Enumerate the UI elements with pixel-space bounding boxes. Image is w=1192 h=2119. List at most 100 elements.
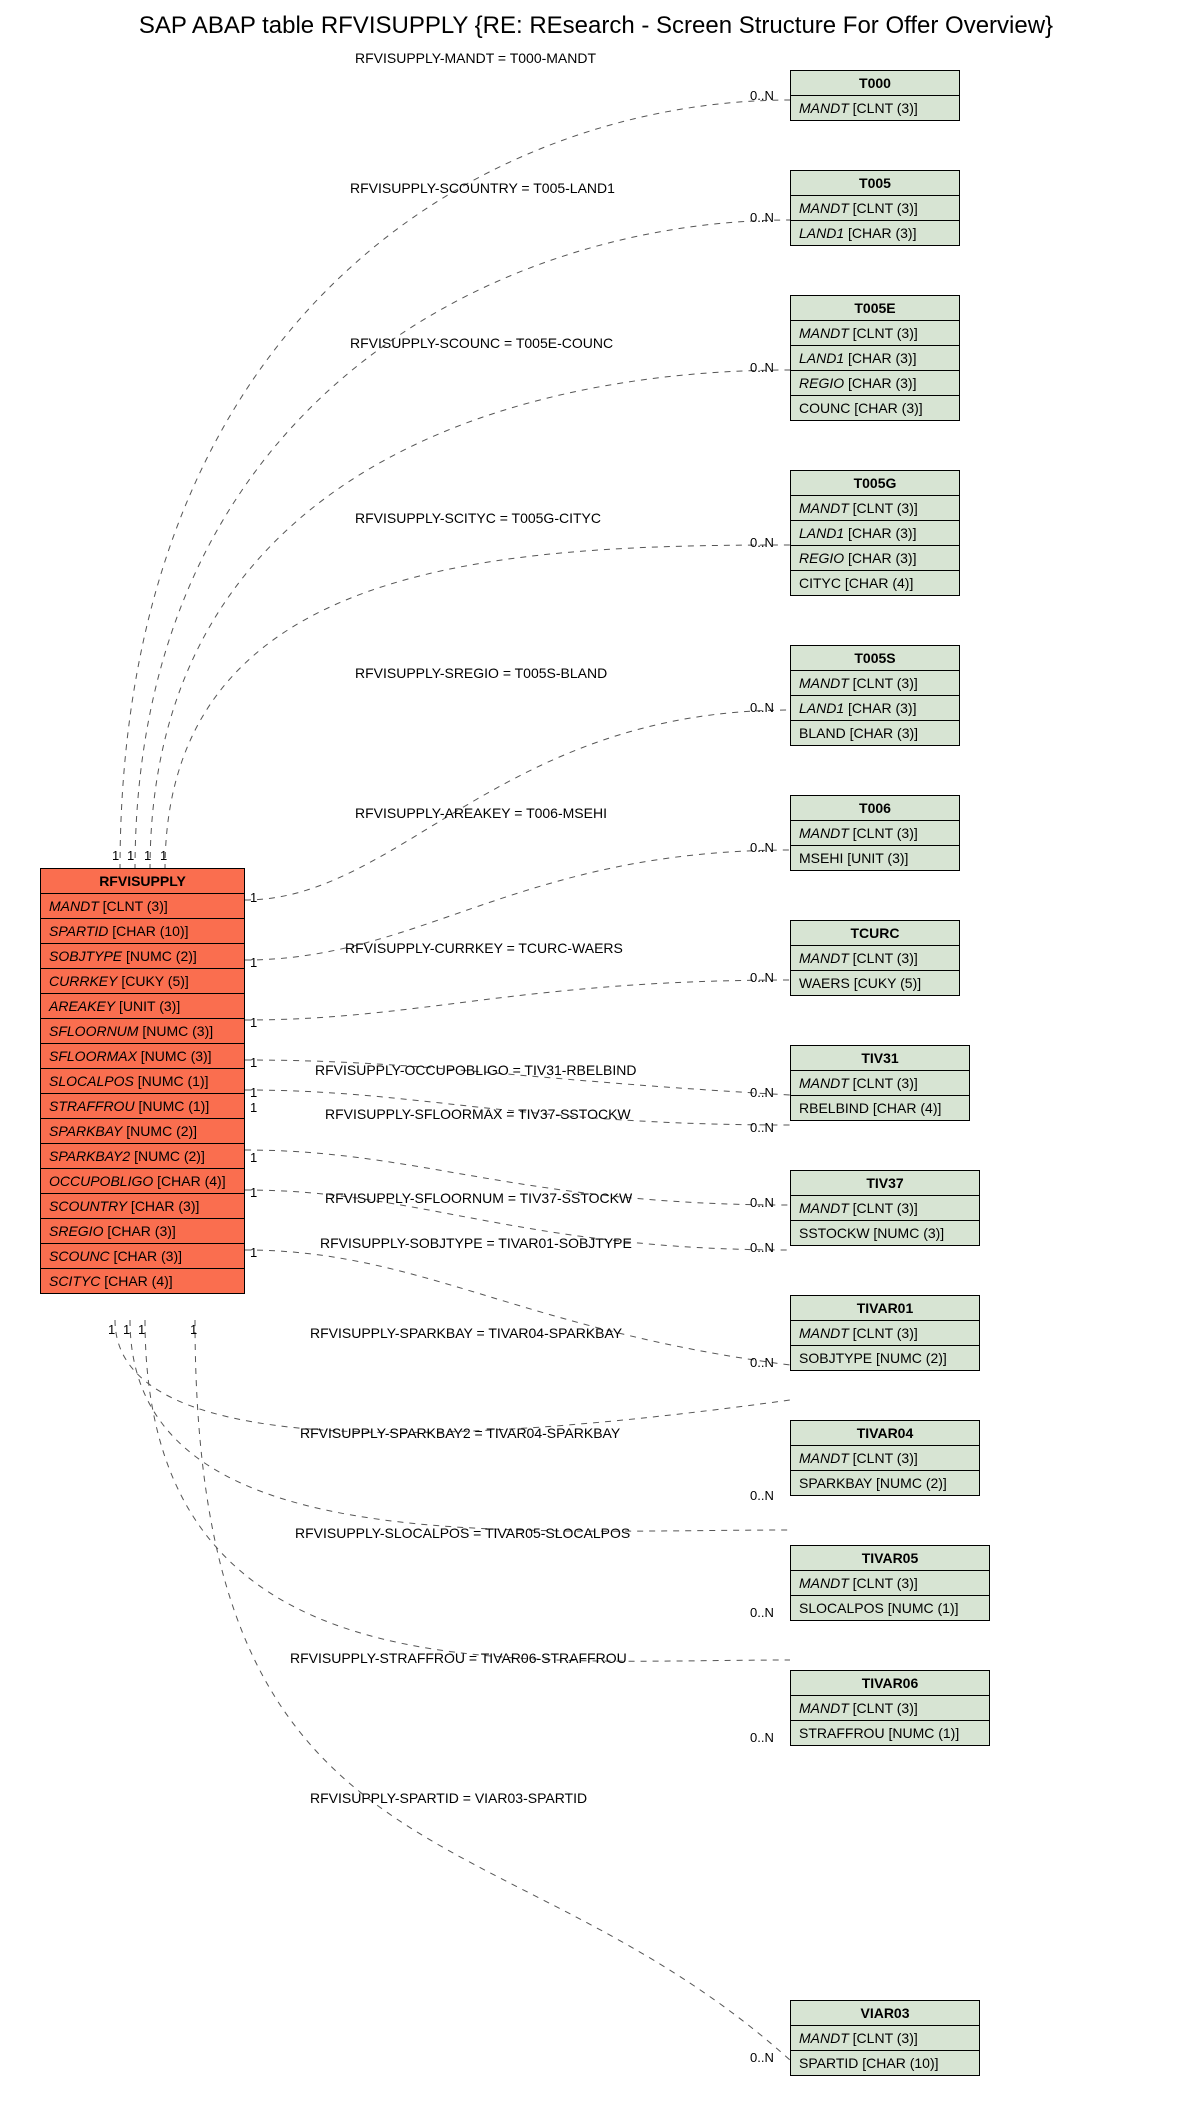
card-left: 1 (250, 1185, 257, 1200)
field-type: [CLNT (3)] (849, 950, 918, 966)
ref-table-t005e: T005EMANDT [CLNT (3)]LAND1 [CHAR (3)]REG… (790, 295, 960, 421)
table-field: MANDT [CLNT (3)] (791, 1696, 989, 1721)
ref-table-tivar06: TIVAR06MANDT [CLNT (3)]STRAFFROU [NUMC (… (790, 1670, 990, 1746)
card-left: 1 (138, 1322, 145, 1337)
field-name: MANDT (799, 1700, 849, 1716)
field-name: LAND1 (799, 700, 844, 716)
card-left: 1 (250, 890, 257, 905)
field-name: LAND1 (799, 525, 844, 541)
field-name: SSTOCKW (799, 1225, 870, 1241)
table-field: MANDT [CLNT (3)] (791, 1571, 989, 1596)
field-name: SOBJTYPE (799, 1350, 872, 1366)
table-header: T005 (791, 171, 959, 196)
card-left: 1 (250, 955, 257, 970)
edge-label: RFVISUPPLY-SFLOORMAX = TIV37-SSTOCKW (325, 1106, 631, 1122)
table-field: OCCUPOBLIGO [CHAR (4)] (41, 1169, 244, 1194)
table-field: SPARKBAY [NUMC (2)] (791, 1471, 979, 1495)
table-field: STRAFFROU [NUMC (1)] (41, 1094, 244, 1119)
field-name: MANDT (799, 500, 849, 516)
field-type: [NUMC (3)] (870, 1225, 945, 1241)
card-left: 1 (250, 1055, 257, 1070)
field-type: [NUMC (1)] (885, 1725, 960, 1741)
field-type: [NUMC (3)] (137, 1048, 212, 1064)
field-type: [CLNT (3)] (849, 1075, 918, 1091)
table-field: LAND1 [CHAR (3)] (791, 346, 959, 371)
field-type: [UNIT (3)] (115, 998, 180, 1014)
field-name: SLOCALPOS (49, 1073, 134, 1089)
field-name: SFLOORNUM (49, 1023, 138, 1039)
table-field: MANDT [CLNT (3)] (791, 1321, 979, 1346)
field-type: [CHAR (4)] (869, 1100, 941, 1116)
table-field: CITYC [CHAR (4)] (791, 571, 959, 595)
card-right: 0..N (750, 970, 774, 985)
card-left: 1 (144, 848, 151, 863)
table-header: TCURC (791, 921, 959, 946)
field-name: MANDT (799, 950, 849, 966)
card-right: 0..N (750, 1488, 774, 1503)
field-name: SFLOORMAX (49, 1048, 137, 1064)
field-name: STRAFFROU (49, 1098, 135, 1114)
ref-table-tiv37: TIV37MANDT [CLNT (3)]SSTOCKW [NUMC (3)] (790, 1170, 980, 1246)
field-type: [NUMC (1)] (884, 1600, 959, 1616)
table-field: MANDT [CLNT (3)] (791, 96, 959, 120)
field-type: [NUMC (1)] (134, 1073, 209, 1089)
field-type: [CHAR (3)] (844, 375, 916, 391)
table-field: MANDT [CLNT (3)] (791, 1071, 969, 1096)
card-left: 1 (250, 1245, 257, 1260)
field-type: [CLNT (3)] (849, 325, 918, 341)
field-name: LAND1 (799, 225, 844, 241)
table-header: TIVAR04 (791, 1421, 979, 1446)
field-name: SPARKBAY (799, 1475, 872, 1491)
field-type: [CHAR (3)] (844, 550, 916, 566)
table-field: LAND1 [CHAR (3)] (791, 221, 959, 245)
card-left: 1 (190, 1322, 197, 1337)
edge-label: RFVISUPPLY-STRAFFROU = TIVAR06-STRAFFROU (290, 1650, 627, 1666)
card-right: 0..N (750, 840, 774, 855)
table-header: T006 (791, 796, 959, 821)
table-field: MANDT [CLNT (3)] (791, 196, 959, 221)
table-header: T005G (791, 471, 959, 496)
table-field: MANDT [CLNT (3)] (791, 496, 959, 521)
field-type: [CHAR (3)] (103, 1223, 175, 1239)
ref-table-tivar04: TIVAR04MANDT [CLNT (3)]SPARKBAY [NUMC (2… (790, 1420, 980, 1496)
ref-table-tiv31: TIV31MANDT [CLNT (3)]RBELBIND [CHAR (4)] (790, 1045, 970, 1121)
card-left: 1 (127, 848, 134, 863)
field-type: [CHAR (3)] (110, 1248, 182, 1264)
table-field: SREGIO [CHAR (3)] (41, 1219, 244, 1244)
table-field: SPARKBAY [NUMC (2)] (41, 1119, 244, 1144)
field-type: [CLNT (3)] (849, 500, 918, 516)
field-name: SPARKBAY (49, 1123, 122, 1139)
card-right: 0..N (750, 700, 774, 715)
field-type: [CLNT (3)] (849, 200, 918, 216)
edge-label: RFVISUPPLY-SOBJTYPE = TIVAR01-SOBJTYPE (320, 1235, 632, 1251)
field-name: BLAND (799, 725, 846, 741)
edge-label: RFVISUPPLY-AREAKEY = T006-MSEHI (355, 805, 607, 821)
table-header: TIV31 (791, 1046, 969, 1071)
card-left: 1 (160, 848, 167, 863)
field-type: [CHAR (10)] (108, 923, 188, 939)
field-type: [CHAR (4)] (153, 1173, 225, 1189)
table-field: SPARKBAY2 [NUMC (2)] (41, 1144, 244, 1169)
field-name: MANDT (799, 1325, 849, 1341)
table-field: BLAND [CHAR (3)] (791, 721, 959, 745)
edge-label: RFVISUPPLY-SCOUNC = T005E-COUNC (350, 335, 613, 351)
card-right: 0..N (750, 1085, 774, 1100)
card-right: 0..N (750, 88, 774, 103)
field-name: REGIO (799, 375, 844, 391)
ref-table-t006: T006MANDT [CLNT (3)]MSEHI [UNIT (3)] (790, 795, 960, 871)
card-right: 0..N (750, 1605, 774, 1620)
field-name: MANDT (799, 100, 849, 116)
field-type: [CLNT (3)] (849, 1200, 918, 1216)
ref-table-tivar01: TIVAR01MANDT [CLNT (3)]SOBJTYPE [NUMC (2… (790, 1295, 980, 1371)
field-type: [NUMC (2)] (122, 1123, 197, 1139)
card-right: 0..N (750, 1730, 774, 1745)
edge-label: RFVISUPPLY-MANDT = T000-MANDT (355, 50, 596, 66)
table-field: MANDT [CLNT (3)] (41, 894, 244, 919)
ref-table-t005g: T005GMANDT [CLNT (3)]LAND1 [CHAR (3)]REG… (790, 470, 960, 596)
edge-label: RFVISUPPLY-SPARKBAY = TIVAR04-SPARKBAY (310, 1325, 622, 1341)
field-name: MANDT (799, 1075, 849, 1091)
table-field: MANDT [CLNT (3)] (791, 821, 959, 846)
table-field: MANDT [CLNT (3)] (791, 671, 959, 696)
field-type: [NUMC (2)] (130, 1148, 205, 1164)
card-right: 0..N (750, 2050, 774, 2065)
